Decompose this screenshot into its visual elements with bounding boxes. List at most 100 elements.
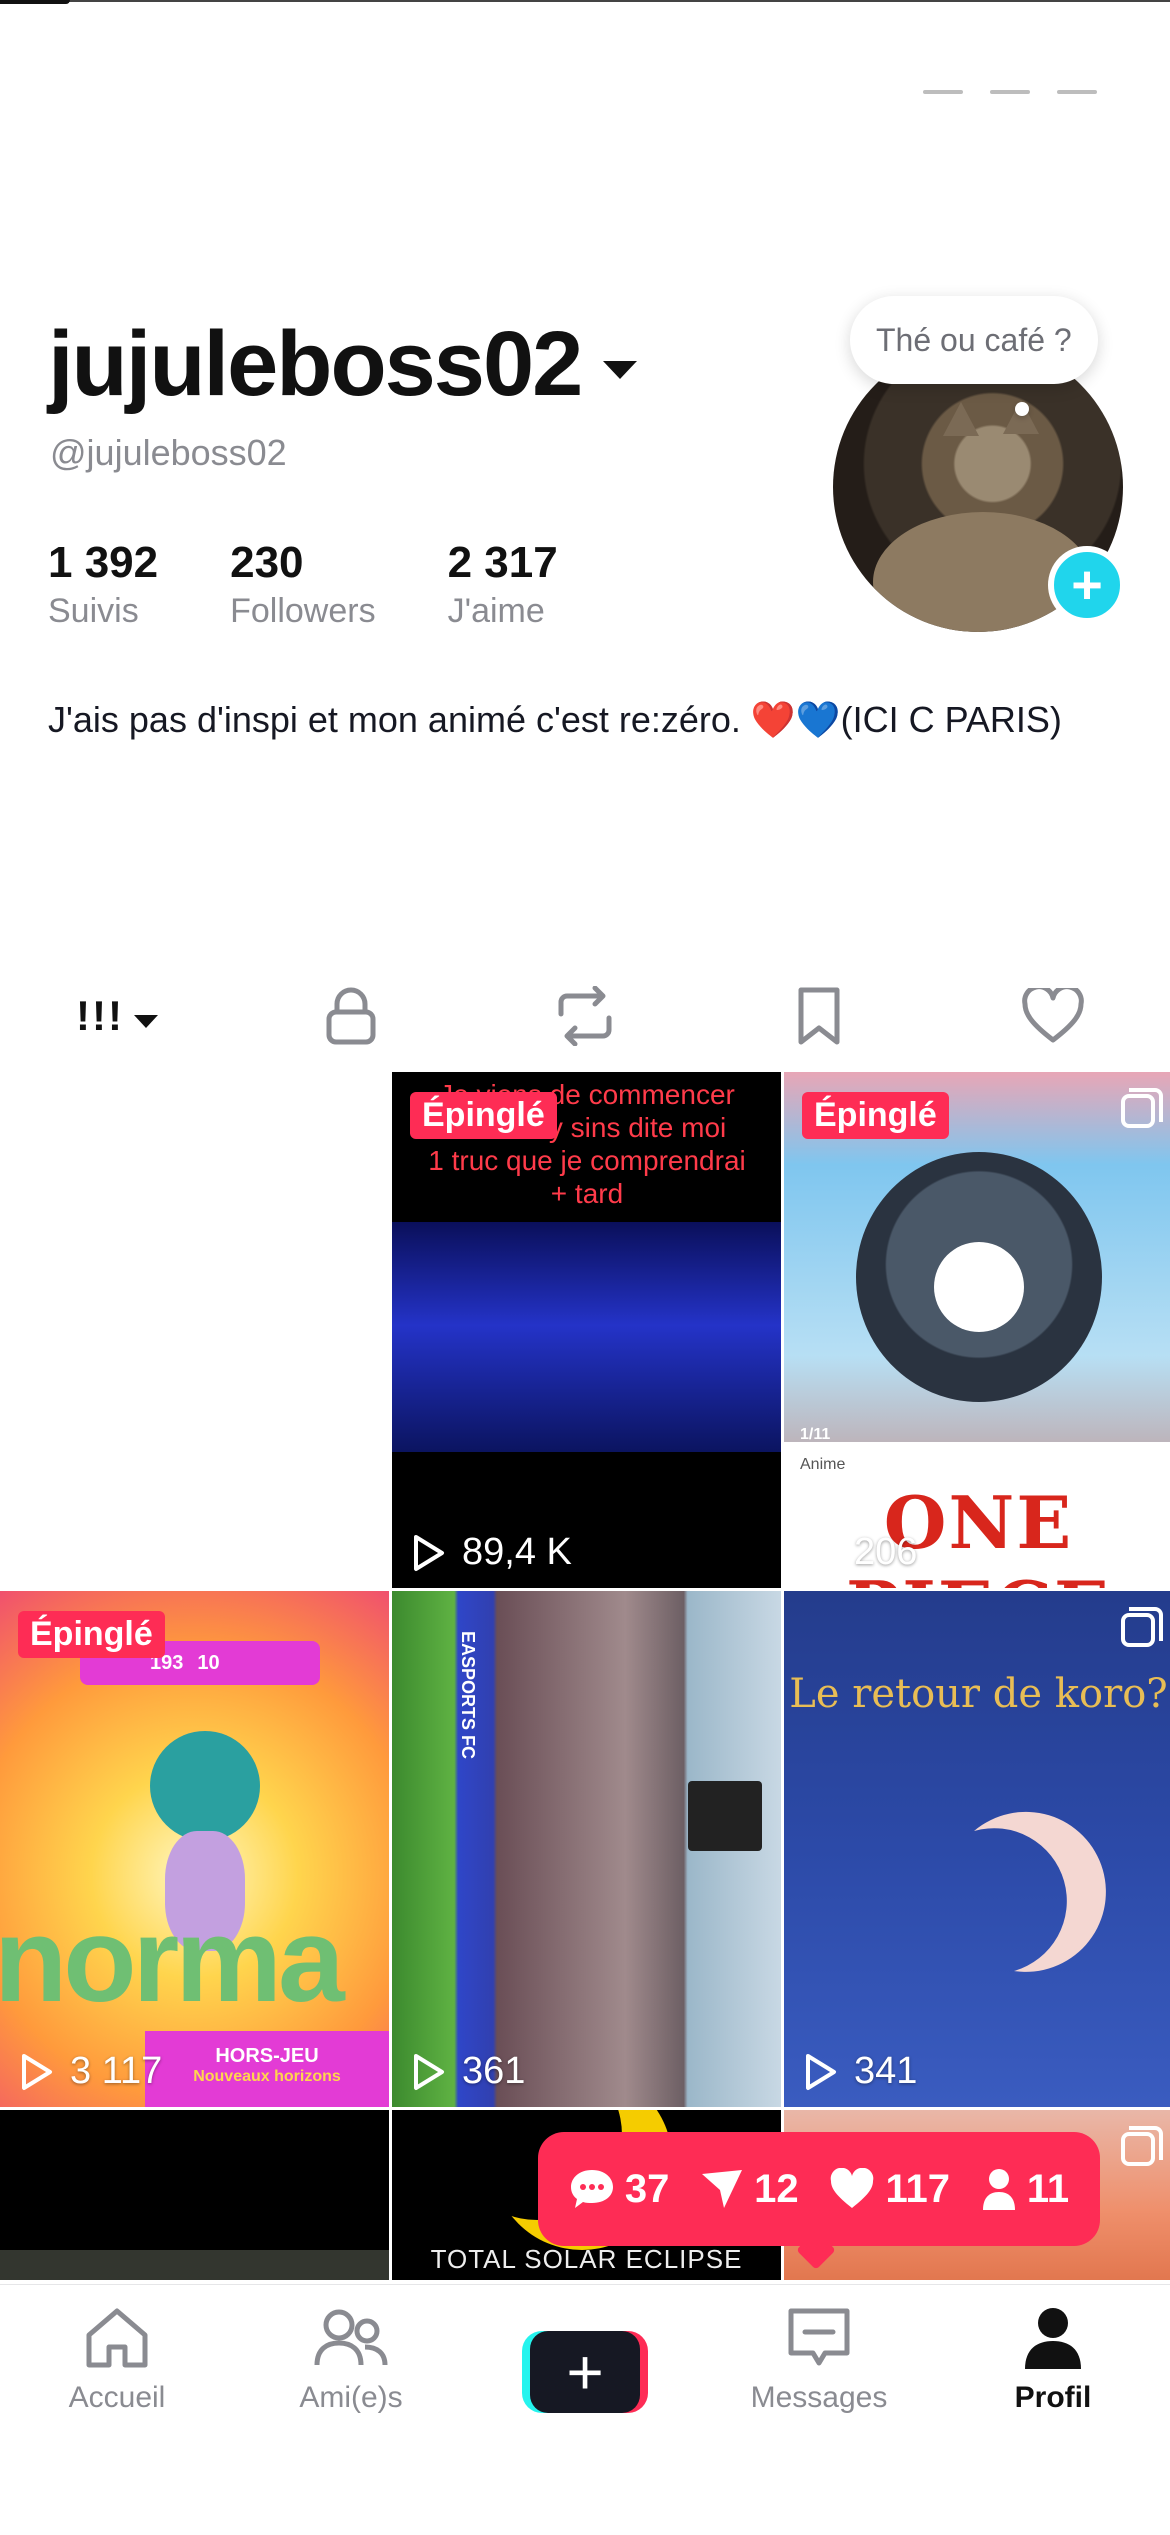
view-count: 361: [410, 2050, 525, 2093]
tab-saved[interactable]: [702, 976, 936, 1056]
add-story-button[interactable]: +: [1048, 546, 1126, 624]
note-bubble[interactable]: Thé ou café ?: [850, 296, 1098, 384]
display-name: jujuleboss02: [48, 313, 583, 415]
status-bar-line: [0, 0, 1170, 2]
stat-followers[interactable]: 230 Followers: [230, 538, 376, 631]
heart-icon: [1022, 988, 1084, 1043]
activity-notification[interactable]: 37 12 117 11: [538, 2132, 1100, 2246]
notif-followers: 11: [981, 2167, 1069, 2212]
play-icon: [414, 1534, 444, 1571]
view-count-value: 89,4 K: [462, 1531, 572, 1573]
create-button[interactable]: +: [522, 2331, 648, 2413]
avatar-cat-ear: [943, 402, 979, 436]
video-thumbnail[interactable]: [0, 2110, 389, 2280]
video-thumbnail[interactable]: Le retour de koro? 341: [784, 1591, 1170, 2107]
top-toolbar-icons: [910, 82, 1110, 102]
thumbnail-image: [392, 1222, 781, 1452]
thumbnail-character: [150, 1731, 260, 1841]
notif-shares: 12: [700, 2167, 799, 2212]
tab-liked[interactable]: [936, 976, 1170, 1056]
stat-value: 1 392: [48, 538, 159, 587]
stat-following[interactable]: 1 392 Suivis: [48, 538, 159, 631]
nav-messages[interactable]: Messages: [702, 2285, 936, 2535]
home-icon: [86, 2308, 148, 2368]
thumbnail-skull: [934, 1242, 1024, 1332]
thumbnail-image: [0, 2250, 389, 2280]
friends-icon: [314, 2309, 388, 2366]
play-icon: [806, 2053, 836, 2090]
nav-label: Profil: [1014, 2381, 1092, 2414]
nav-label: Messages: [750, 2381, 888, 2414]
profile-tabs: !!!: [0, 976, 1170, 1056]
notif-count: 12: [754, 2166, 799, 2211]
view-count-value: 361: [462, 2050, 526, 2092]
nav-home[interactable]: Accueil: [0, 2285, 234, 2535]
view-count: 89,4 K: [410, 1531, 572, 1574]
stat-label: J'aime: [447, 592, 545, 631]
view-count-value: 341: [854, 2050, 918, 2092]
comment-icon: [570, 2170, 613, 2208]
video-thumbnail[interactable]: [0, 1072, 389, 1588]
thumbnail-stat: 10: [197, 1651, 220, 1674]
stat-label: Followers: [230, 592, 376, 631]
overlay-text: Le retour de koro?: [789, 1671, 1168, 1717]
bottom-nav: Accueil Ami(e)s + Messages Profil: [0, 2284, 1170, 2535]
stat-value: 230: [230, 538, 304, 587]
videos-grid-icon: !!!: [76, 992, 124, 1039]
play-icon: [806, 1534, 836, 1571]
nav-label: Ami(e)s: [299, 2381, 403, 2414]
view-count: 341: [802, 2050, 917, 2093]
multi-image-icon: [1121, 2126, 1163, 2166]
overlay-text: TOTAL SOLAR ECLIPSE: [430, 2244, 743, 2274]
play-icon: [22, 2053, 52, 2090]
pinned-badge: Épinglé: [410, 1092, 557, 1139]
video-thumbnail[interactable]: EASPORTS FC 361: [392, 1591, 781, 2107]
note-bubble-dot: [1015, 402, 1029, 416]
notif-comments: 37: [569, 2166, 670, 2212]
share-icon: [702, 2170, 743, 2208]
tab-reposts[interactable]: [468, 976, 702, 1056]
thumbnail-scoreboard: [688, 1781, 762, 1851]
nav-friends[interactable]: Ami(e)s: [234, 2285, 468, 2535]
notif-count: 37: [624, 2166, 670, 2211]
tab-private[interactable]: [234, 976, 468, 1056]
plus-icon: +: [530, 2331, 640, 2413]
pinned-badge: Épinglé: [802, 1092, 949, 1139]
video-thumbnail[interactable]: 1/11 Anime ONE PIECE Épinglé 206: [784, 1072, 1170, 1588]
crescent-moon-image: [974, 1811, 1106, 1972]
lock-icon: [326, 987, 376, 1045]
thumbnail-caption: HORS-JEU: [215, 2045, 319, 2067]
nav-profile[interactable]: Profil: [936, 2285, 1170, 2535]
multi-image-icon: [1121, 1088, 1163, 1128]
heart-icon: [831, 2168, 874, 2208]
overlay-text: EASPORTS FC: [458, 1631, 478, 1760]
play-icon: [414, 2053, 444, 2090]
stat-likes[interactable]: 2 317 J'aime: [447, 539, 558, 631]
thumbnail-counter: 1/11: [800, 1426, 831, 1443]
profile-stats: 1 392 Suivis 230 Followers 2 317 J'aime: [48, 538, 630, 631]
pinned-badge: Épinglé: [18, 1611, 165, 1658]
username-switcher[interactable]: jujuleboss02: [48, 313, 638, 415]
messages-icon: [788, 2308, 850, 2366]
bookmark-icon: [798, 987, 840, 1045]
status-indicator: [0, 0, 70, 4]
repost-icon: [558, 986, 612, 1046]
notif-likes: 117: [829, 2167, 950, 2212]
notif-count: 11: [1026, 2166, 1070, 2211]
video-thumbnail[interactable]: 193 10 norma HORS-JEU Nouveaux horizons …: [0, 1591, 389, 2107]
chevron-down-icon: [603, 361, 638, 379]
handle: @jujuleboss02: [50, 432, 287, 473]
chevron-down-icon: [133, 1014, 158, 1028]
video-thumbnail[interactable]: Je viens de commencer mais Lilly sins di…: [392, 1072, 781, 1588]
thumbnail-caption-box: HORS-JEU Nouveaux horizons: [145, 2031, 389, 2107]
stat-label: Suivis: [48, 592, 139, 631]
view-count: 206: [802, 1531, 917, 1574]
nav-label: Accueil: [68, 2381, 166, 2414]
profile-icon: [1025, 2308, 1081, 2369]
video-grid: Je viens de commencer mais Lilly sins di…: [0, 1072, 1170, 2280]
thumbnail-subcaption: Nouveaux horizons: [193, 2068, 341, 2085]
thumbnail-category: Anime: [800, 1456, 846, 1473]
tab-videos[interactable]: !!!: [0, 976, 234, 1056]
overlay-text: norma: [0, 1893, 345, 2027]
nav-create[interactable]: +: [468, 2285, 702, 2535]
